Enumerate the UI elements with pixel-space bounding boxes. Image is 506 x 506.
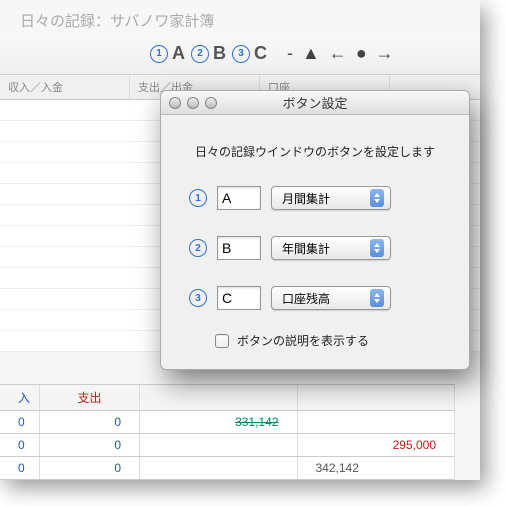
action-popup-1[interactable]: 月間集計	[271, 186, 391, 210]
circled-1-icon: 1	[150, 45, 168, 63]
dialog-titlebar: ボタン設定	[161, 91, 469, 115]
circled-3-icon: 3	[189, 289, 207, 307]
toolbar-button-b[interactable]: B	[213, 43, 226, 64]
table-row: 0 0 331,142	[0, 411, 455, 434]
table-row: 0 0 342,142	[0, 457, 455, 480]
circled-2-icon: 2	[189, 239, 207, 257]
toolbar: 1 A 2 B 3 C - ▲ ← ● →	[0, 39, 480, 75]
label-input-3[interactable]	[217, 286, 261, 310]
foot-head-expense: 支出	[40, 385, 140, 410]
toolbar-shapes-icon: - ▲ ← ● →	[287, 43, 396, 64]
popup-arrows-icon	[370, 239, 384, 257]
setting-row-3: 3 口座残高	[189, 286, 441, 310]
action-popup-2[interactable]: 年間集計	[271, 236, 391, 260]
window-title: 日々の記録：サバノワ家計簿	[0, 0, 480, 39]
dialog-title: ボタン設定	[161, 93, 469, 112]
circled-2-icon: 2	[191, 45, 209, 63]
footer-table: 入 支出 0 0 331,142 0 0 295,000 0 0 342,142	[0, 384, 455, 480]
col-income: 収入／入金	[0, 75, 130, 99]
setting-row-1: 1 月間集計	[189, 186, 441, 210]
show-description-checkbox-row: ボタンの説明を表示する	[215, 332, 441, 349]
setting-row-2: 2 年間集計	[189, 236, 441, 260]
label-input-2[interactable]	[217, 236, 261, 260]
checkbox-label: ボタンの説明を表示する	[237, 332, 369, 349]
popup-arrows-icon	[370, 189, 384, 207]
label-input-1[interactable]	[217, 186, 261, 210]
table-row: 0 0 295,000	[0, 434, 455, 457]
circled-1-icon: 1	[189, 189, 207, 207]
button-settings-dialog: ボタン設定 日々の記録ウインドウのボタンを設定します 1 月間集計 2 年間集計…	[160, 90, 470, 370]
popup-arrows-icon	[370, 289, 384, 307]
dialog-description: 日々の記録ウインドウのボタンを設定します	[189, 143, 441, 160]
toolbar-button-c[interactable]: C	[254, 43, 267, 64]
circled-3-icon: 3	[232, 45, 250, 63]
foot-head-income: 入	[0, 385, 40, 410]
action-popup-3[interactable]: 口座残高	[271, 286, 391, 310]
toolbar-button-a[interactable]: A	[172, 43, 185, 64]
checkbox[interactable]	[215, 334, 229, 348]
